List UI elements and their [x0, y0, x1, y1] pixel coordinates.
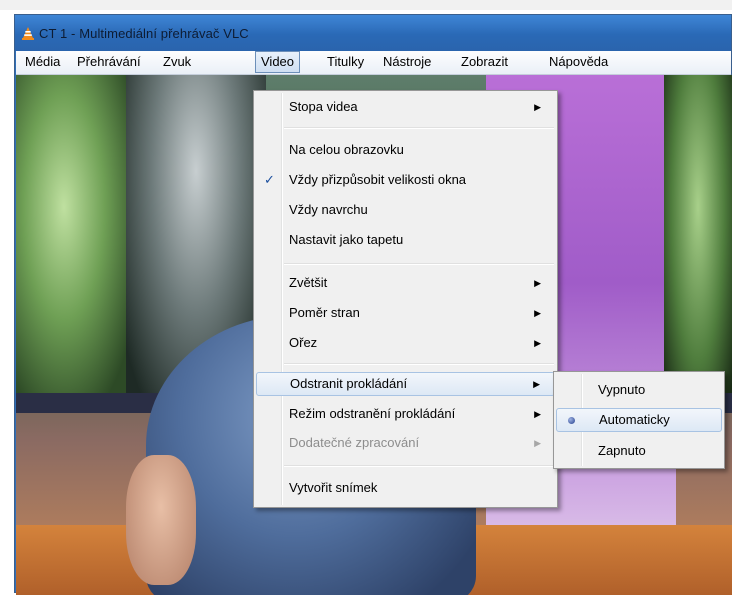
menu-separator	[284, 263, 554, 265]
menu-item-label: Režim odstranění prokládání	[289, 406, 456, 421]
menu-item-label: Zvětšit	[289, 275, 328, 290]
menu-bar: Média Přehrávání Zvuk Video Titulky Nást…	[16, 51, 731, 75]
menu-item-label: Vytvořit snímek	[289, 480, 378, 495]
checkmark-icon: ✓	[264, 172, 275, 187]
menu-item-fullscreen[interactable]: Na celou obrazovku	[256, 138, 555, 162]
menu-item-label: Stopa videa	[289, 99, 358, 114]
video-scene-leaf-right	[664, 75, 732, 405]
submenu-item-on[interactable]: Zapnuto	[556, 439, 722, 463]
window-title: CT 1 - Multimediální přehrávač VLC	[39, 26, 249, 41]
menu-separator	[284, 127, 554, 129]
menu-subtitles[interactable]: Titulky	[322, 51, 369, 73]
menu-item-label: Automaticky	[599, 412, 670, 427]
submenu-arrow-icon: ▶	[534, 409, 541, 419]
menu-item-label: Na celou obrazovku	[289, 142, 404, 157]
video-scene-arm	[126, 455, 196, 585]
menu-item-video-track[interactable]: Stopa videa ▶	[256, 95, 555, 119]
menu-item-label: Nastavit jako tapetu	[289, 232, 404, 247]
submenu-arrow-icon: ▶	[534, 438, 541, 448]
menu-video[interactable]: Video	[255, 51, 301, 73]
menu-item-label: Odstranit prokládání	[290, 376, 408, 391]
menu-audio[interactable]: Zvuk	[158, 51, 196, 73]
menu-media[interactable]: Média	[20, 51, 65, 73]
menu-item-always-on-top[interactable]: Vždy navrchu	[256, 198, 555, 222]
submenu-arrow-icon: ▶	[533, 379, 540, 389]
menu-item-label: Dodatečné zpracování	[289, 435, 420, 450]
deinterlace-submenu: Vypnuto Automaticky Zapnuto	[553, 371, 725, 469]
menu-item-label: Zapnuto	[598, 443, 646, 458]
radio-selected-icon	[568, 417, 575, 424]
menu-item-post-processing: Dodatečné zpracování ▶	[256, 431, 555, 455]
menu-item-label: Ořez	[289, 335, 318, 350]
menu-tools[interactable]: Nástroje	[378, 51, 436, 73]
menu-item-crop[interactable]: Ořez ▶	[256, 331, 555, 355]
menu-separator	[284, 465, 554, 467]
submenu-arrow-icon: ▶	[534, 102, 541, 112]
menu-separator	[284, 363, 554, 365]
title-bar[interactable]: CT 1 - Multimediální přehrávač VLC	[15, 15, 731, 51]
submenu-item-automatic[interactable]: Automaticky	[556, 408, 722, 432]
menu-item-label: Poměr stran	[289, 305, 360, 320]
menu-item-zoom[interactable]: Zvětšit ▶	[256, 271, 555, 295]
menu-item-label: Vypnuto	[598, 382, 646, 397]
submenu-arrow-icon: ▶	[534, 338, 541, 348]
menu-view[interactable]: Zobrazit	[456, 51, 513, 73]
submenu-arrow-icon: ▶	[534, 278, 541, 288]
vlc-cone-icon	[22, 27, 34, 40]
video-menu: Stopa videa ▶ Na celou obrazovku ✓ Vždy …	[253, 90, 558, 508]
torn-edge	[0, 0, 732, 10]
menu-item-aspect-ratio[interactable]: Poměr stran ▶	[256, 301, 555, 325]
menu-item-label: Vždy přizpůsobit velikosti okna	[289, 172, 467, 187]
menu-help[interactable]: Nápověda	[544, 51, 613, 73]
menu-item-deinterlace[interactable]: Odstranit prokládání ▶	[256, 372, 555, 396]
menu-item-deinterlace-mode[interactable]: Režim odstranění prokládání ▶	[256, 402, 555, 426]
menu-item-take-snapshot[interactable]: Vytvořit snímek	[256, 476, 555, 500]
menu-item-set-wallpaper[interactable]: Nastavit jako tapetu	[256, 228, 555, 252]
menu-item-label: Vždy navrchu	[289, 202, 368, 217]
submenu-arrow-icon: ▶	[534, 308, 541, 318]
video-scene-leaf-left	[16, 75, 136, 405]
menu-playback[interactable]: Přehrávání	[72, 51, 146, 73]
submenu-item-off[interactable]: Vypnuto	[556, 378, 722, 402]
menu-item-always-fit-window[interactable]: ✓ Vždy přizpůsobit velikosti okna	[256, 168, 555, 192]
